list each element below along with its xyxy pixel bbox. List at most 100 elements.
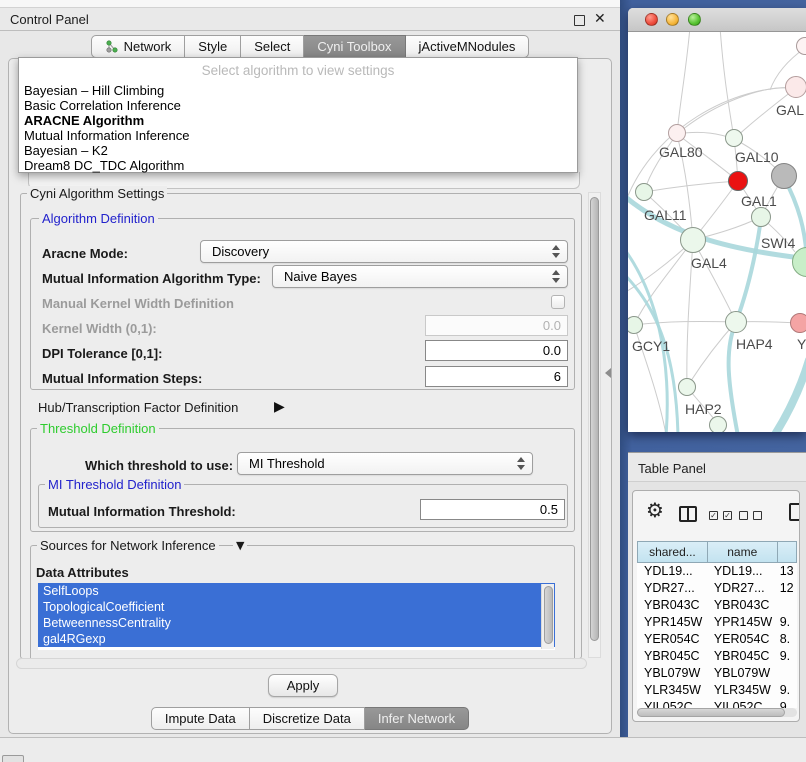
group-title: MI Threshold Definition: [45, 477, 184, 492]
control-panel: Control Panel ✕ Network Style Select Cyn…: [0, 0, 620, 737]
network-node-red[interactable]: [728, 171, 748, 191]
settings-vertical-scrollbar[interactable]: [588, 192, 601, 658]
network-node-gal10[interactable]: [725, 129, 743, 147]
network-node-gal11[interactable]: [635, 183, 653, 201]
tab-jactivemnodules[interactable]: jActiveMNodules: [406, 35, 530, 58]
dropdown-item[interactable]: Basic Correlation Inference: [19, 98, 577, 113]
splitter-collapse-arrow[interactable]: [605, 368, 611, 378]
network-node-gal1[interactable]: [751, 207, 771, 227]
mi-threshold-label: Mutual Information Threshold:: [48, 504, 236, 519]
table-row[interactable]: YER054CYER054C8.: [637, 631, 797, 648]
table-row[interactable]: YLR345WYLR345W9.: [637, 682, 797, 699]
cell: YBL079W: [637, 665, 707, 682]
network-tab-icon: [105, 40, 119, 53]
close-traffic-light[interactable]: [645, 13, 658, 26]
dropdown-item[interactable]: Dream8 DC_TDC Algorithm: [19, 158, 577, 173]
list-item-selected[interactable]: TopologicalCoefficient: [38, 599, 555, 615]
group-title: Threshold Definition: [37, 421, 159, 436]
list-item-selected[interactable]: SelfLoops: [38, 583, 555, 599]
tab-select[interactable]: Select: [241, 35, 304, 58]
node-label: Y: [797, 336, 806, 352]
checked-checkbox-icon[interactable]: ✓: [709, 511, 718, 520]
column-header-name[interactable]: name: [707, 541, 777, 563]
apply-button[interactable]: Apply: [268, 674, 338, 697]
aracne-mode-label: Aracne Mode:: [42, 246, 128, 261]
manual-kernel-checkbox[interactable]: [551, 295, 565, 309]
cyni-bottom-tabbar: Impute Data Discretize Data Infer Networ…: [0, 707, 620, 730]
mi-threshold-field[interactable]: 0.5: [420, 499, 565, 520]
unchecked-checkbox-icon[interactable]: [739, 511, 748, 520]
table-horizontal-scrollbar[interactable]: [637, 708, 797, 717]
cell: YBR043C: [707, 597, 777, 614]
network-node-gal4[interactable]: [680, 227, 706, 253]
cell: YIL052C: [637, 699, 707, 708]
zoom-traffic-light[interactable]: [688, 13, 701, 26]
unchecked-checkbox-icon[interactable]: [753, 511, 762, 520]
minimize-traffic-light[interactable]: [666, 13, 679, 26]
tab-style[interactable]: Style: [185, 35, 241, 58]
cell: 9.: [777, 648, 797, 665]
list-vertical-scrollbar[interactable]: [541, 584, 554, 649]
tab-infer-network[interactable]: Infer Network: [365, 707, 469, 730]
dropdown-item[interactable]: Mutual Information Inference: [19, 128, 577, 143]
network-node-gray[interactable]: [771, 163, 797, 189]
columns-icon[interactable]: [679, 506, 697, 522]
table-row[interactable]: YBR043CYBR043C: [637, 597, 797, 614]
stepper-arrows-icon: [549, 266, 563, 287]
dpi-tolerance-field[interactable]: 0.0: [425, 340, 568, 361]
tab-network[interactable]: Network: [91, 35, 186, 58]
dropdown-item[interactable]: Bayesian – Hill Climbing: [19, 83, 577, 98]
table-rows: YDL19...YDL19...13 YDR27...YDR27...12 YB…: [637, 563, 797, 708]
column-header-cut[interactable]: [777, 541, 797, 563]
scrollbar-thumb[interactable]: [637, 708, 785, 717]
mi-steps-label: Mutual Information Steps:: [42, 371, 202, 386]
table-row[interactable]: YDL19...YDL19...13: [637, 563, 797, 580]
dropdown-item-selected[interactable]: ARACNE Algorithm: [19, 113, 577, 128]
column-header-shared-name[interactable]: shared...: [637, 541, 707, 563]
kernel-width-field[interactable]: 0.0: [425, 315, 568, 336]
algorithm-dropdown-popup: Select algorithm to view settings Bayesi…: [18, 57, 578, 173]
collapse-down-icon[interactable]: ▼: [233, 539, 247, 552]
dropdown-item[interactable]: Bayesian – K2: [19, 143, 577, 158]
tab-impute-data[interactable]: Impute Data: [151, 707, 250, 730]
node-label: SWI4: [761, 235, 795, 251]
network-node-pink[interactable]: [790, 313, 806, 333]
network-node-gal80[interactable]: [668, 124, 686, 142]
tab-label: jActiveMNodules: [419, 39, 516, 54]
network-node-hap2[interactable]: [678, 378, 696, 396]
selected-value: Naive Bayes: [284, 269, 357, 284]
network-node-gal[interactable]: [785, 76, 806, 98]
cell: YBR045C: [637, 648, 707, 665]
scrollbar-thumb[interactable]: [590, 197, 599, 641]
list-item-selected[interactable]: gal4RGexp: [38, 631, 555, 647]
data-attributes-list: SelfLoops TopologicalCoefficient Between…: [38, 583, 555, 650]
table-row[interactable]: YBL079WYBL079W: [637, 665, 797, 682]
which-threshold-select[interactable]: MI Threshold: [237, 452, 533, 475]
network-node-hap4[interactable]: [725, 311, 747, 333]
network-edges: [628, 32, 806, 432]
table-row[interactable]: YDR27...YDR27...12: [637, 580, 797, 597]
mi-type-select[interactable]: Naive Bayes: [272, 265, 568, 288]
node-table: shared... name YDL19...YDL19...13 YDR27.…: [637, 541, 797, 563]
list-item-selected[interactable]: BetweennessCentrality: [38, 615, 555, 631]
table-panel-container: ⚙ ✓ ✓ shared... name YDL19...YDL19...13 …: [632, 490, 800, 722]
float-window-icon[interactable]: [574, 15, 585, 26]
cell: YDR27...: [637, 580, 707, 597]
document-icon[interactable]: [789, 503, 800, 521]
table-row[interactable]: YPR145WYPR145W9.: [637, 614, 797, 631]
app-root: GAL GAL80 GAL10 GAL1 GAL11 SWI4 GAL4 GCY…: [0, 0, 806, 762]
close-icon[interactable]: ✕: [594, 11, 606, 27]
expand-right-icon[interactable]: ▶: [274, 399, 285, 415]
scrollbar-thumb[interactable]: [544, 586, 553, 644]
settings-horizontal-scrollbar[interactable]: [16, 658, 587, 669]
table-row[interactable]: YBR045CYBR045C9.: [637, 648, 797, 665]
network-node-bottom[interactable]: [709, 416, 727, 432]
tab-cyni-toolbox[interactable]: Cyni Toolbox: [304, 35, 405, 58]
gear-icon[interactable]: ⚙: [646, 498, 664, 522]
tab-discretize-data[interactable]: Discretize Data: [250, 707, 365, 730]
checked-checkbox-icon[interactable]: ✓: [723, 511, 732, 520]
table-row[interactable]: YIL052CYIL052C9.: [637, 699, 797, 708]
corner-panel-button[interactable]: [2, 755, 24, 762]
mi-steps-field[interactable]: 6: [425, 366, 568, 387]
aracne-mode-select[interactable]: Discovery: [200, 240, 568, 263]
